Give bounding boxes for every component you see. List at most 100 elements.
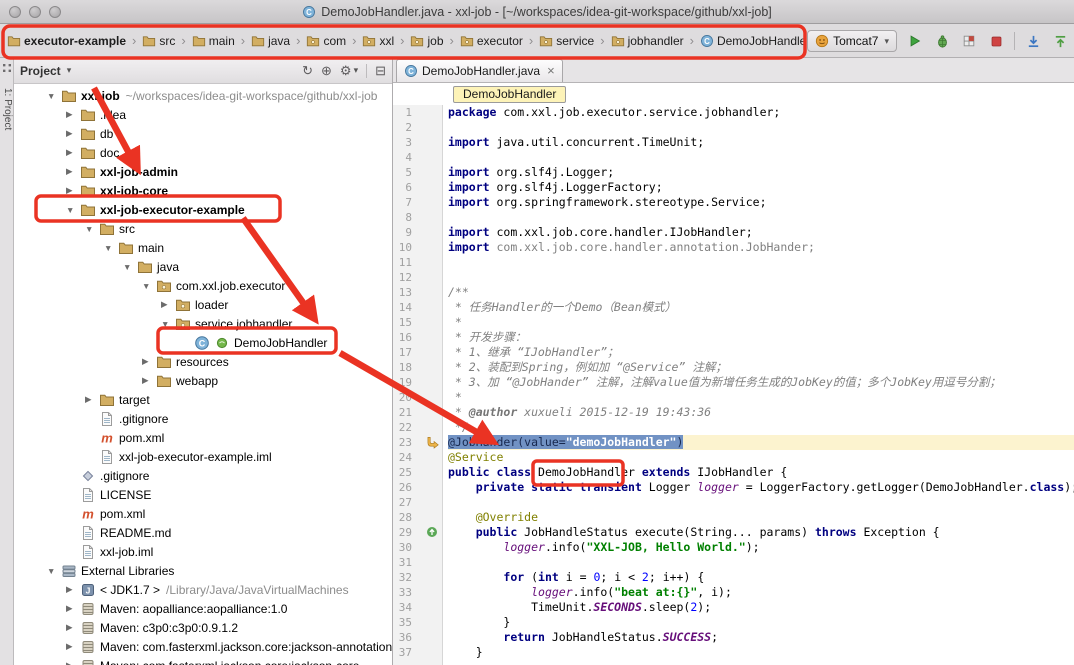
expand-arrow-icon[interactable]: ▶ <box>63 109 80 120</box>
tree-item-maven-com.fasterxml.jackson.core-jackson-annotations[interactable]: ▶Maven: com.fasterxml.jackson.core:jacks… <box>14 637 392 656</box>
close-tab-icon[interactable]: × <box>547 66 555 76</box>
close-window-button[interactable] <box>9 6 21 18</box>
tree-item-target[interactable]: ▶target <box>14 390 392 409</box>
code-line-6[interactable]: import org.slf4j.LoggerFactory; <box>448 180 1074 195</box>
project-tool-window-button[interactable]: 1: Project <box>2 88 13 130</box>
expand-arrow-icon[interactable]: ▶ <box>63 622 80 633</box>
breadcrumb-src[interactable]: src <box>139 32 178 50</box>
expand-arrow-icon[interactable]: ▶ <box>63 166 80 177</box>
tree-item-maven-c3p0-c3p0-0.9.1.2[interactable]: ▶Maven: c3p0:c3p0:0.9.1.2 <box>14 618 392 637</box>
tree-item-xxl-job-executor-example[interactable]: ▼xxl-job-executor-example <box>14 200 392 219</box>
line-number[interactable]: 33 <box>393 585 442 600</box>
tree-item-demojobhandler[interactable]: CDemoJobHandler <box>14 333 392 352</box>
collapse-arrow-icon[interactable]: ▼ <box>120 262 137 272</box>
collapse-arrow-icon[interactable]: ▼ <box>44 91 61 101</box>
line-number[interactable]: 20 <box>393 390 442 405</box>
tree-item-main[interactable]: ▼main <box>14 238 392 257</box>
code-line-35[interactable]: } <box>448 615 1074 630</box>
expand-arrow-icon[interactable]: ▶ <box>63 128 80 139</box>
tree-item-readme.md[interactable]: README.md <box>14 523 392 542</box>
line-number[interactable]: 21 <box>393 405 442 420</box>
code-line-18[interactable]: * 2、装配到Spring，例如加 “@Service” 注解； <box>448 360 1074 375</box>
code-line-8[interactable] <box>448 210 1074 225</box>
line-number[interactable]: 6 <box>393 180 442 195</box>
code-line-37[interactable]: } <box>448 645 1074 660</box>
code-lines[interactable]: package com.xxl.job.executor.service.job… <box>443 105 1074 665</box>
editor-breadcrumb-chip[interactable]: DemoJobHandler <box>453 86 566 103</box>
code-line-12[interactable] <box>448 270 1074 285</box>
expand-arrow-icon[interactable]: ▶ <box>63 641 80 652</box>
code-line-36[interactable]: return JobHandleStatus.SUCCESS; <box>448 630 1074 645</box>
tree-item-maven-aopalliance-aopalliance-1.0[interactable]: ▶Maven: aopalliance:aopalliance:1.0 <box>14 599 392 618</box>
line-number[interactable]: 18 <box>393 360 442 375</box>
code-line-14[interactable]: * 任务Handler的一个Demo（Bean模式） <box>448 300 1074 315</box>
tree-item-jdk1.7[interactable]: ▶J< JDK1.7 >/Library/Java/JavaVirtualMac… <box>14 580 392 599</box>
line-number[interactable]: 9 <box>393 225 442 240</box>
line-number[interactable]: 2 <box>393 120 442 135</box>
expand-arrow-icon[interactable]: ▶ <box>63 660 80 665</box>
code-line-15[interactable]: * <box>448 315 1074 330</box>
tree-item-pom.xml[interactable]: mpom.xml <box>14 504 392 523</box>
run-button[interactable] <box>906 32 924 50</box>
tree-item-.gitignore[interactable]: .gitignore <box>14 466 392 485</box>
line-number[interactable]: 14 <box>393 300 442 315</box>
code-line-23[interactable]: @JobHander(value="demoJobHandler") <box>448 435 1074 450</box>
tree-item-java[interactable]: ▼java <box>14 257 392 276</box>
tree-item-service.jobhandler[interactable]: ▼service.jobhandler <box>14 314 392 333</box>
expand-arrow-icon[interactable]: ▶ <box>63 185 80 196</box>
tree-item-license[interactable]: LICENSE <box>14 485 392 504</box>
tree-item-xxl-job.iml[interactable]: xxl-job.iml <box>14 542 392 561</box>
collapse-arrow-icon[interactable]: ▼ <box>63 205 80 215</box>
code-line-21[interactable]: * @author xuxueli 2015-12-19 19:43:36 <box>448 405 1074 420</box>
code-line-22[interactable]: */ <box>448 420 1074 435</box>
code-line-25[interactable]: public class DemoJobHandler extends IJob… <box>448 465 1074 480</box>
breadcrumb-java[interactable]: java <box>248 32 293 50</box>
code-line-30[interactable]: logger.info("XXL-JOB, Hello World."); <box>448 540 1074 555</box>
line-number[interactable]: 11 <box>393 255 442 270</box>
minimize-window-button[interactable] <box>29 6 41 18</box>
breadcrumb-main[interactable]: main <box>189 32 238 50</box>
project-view-caret-icon[interactable]: ▾ <box>67 65 72 76</box>
tree-item-.idea[interactable]: ▶.idea <box>14 105 392 124</box>
tree-item-com.xxl.job.executor[interactable]: ▼com.xxl.job.executor <box>14 276 392 295</box>
tree-item-maven-com.fasterxml.jackson.core-jackson-core[interactable]: ▶Maven: com.fasterxml.jackson.core:jacks… <box>14 656 392 665</box>
stop-button[interactable] <box>987 32 1005 50</box>
tree-item-db[interactable]: ▶db <box>14 124 392 143</box>
code-line-9[interactable]: import com.xxl.job.core.handler.IJobHand… <box>448 225 1074 240</box>
collapse-arrow-icon[interactable]: ▼ <box>158 319 175 329</box>
line-number[interactable]: 12 <box>393 270 442 285</box>
line-number[interactable]: 7 <box>393 195 442 210</box>
line-number[interactable]: 5 <box>393 165 442 180</box>
tree-item-xxl-job-admin[interactable]: ▶xxl-job-admin <box>14 162 392 181</box>
tree-item-webapp[interactable]: ▶webapp <box>14 371 392 390</box>
zoom-window-button[interactable] <box>49 6 61 18</box>
tree-item-doc[interactable]: ▶doc <box>14 143 392 162</box>
line-number[interactable]: 3 <box>393 135 442 150</box>
code-line-27[interactable] <box>448 495 1074 510</box>
breadcrumb-com[interactable]: com <box>303 32 349 50</box>
tree-item-xxl-job-core[interactable]: ▶xxl-job-core <box>14 181 392 200</box>
line-number[interactable]: 22 <box>393 420 442 435</box>
line-number[interactable]: 28 <box>393 510 442 525</box>
tree-item-xxl-job[interactable]: ▼xxl-job~/workspaces/idea-git-workspace/… <box>14 86 392 105</box>
expand-arrow-icon[interactable]: ▶ <box>82 394 99 405</box>
line-number[interactable]: 35 <box>393 615 442 630</box>
tree-item-pom.xml[interactable]: mpom.xml <box>14 428 392 447</box>
code-line-16[interactable]: * 开发步骤： <box>448 330 1074 345</box>
code-line-33[interactable]: logger.info("beat at:{}", i); <box>448 585 1074 600</box>
sync-icon[interactable]: ↻ <box>302 63 313 79</box>
breadcrumb-jobhandler[interactable]: jobhandler <box>608 32 687 50</box>
line-number[interactable]: 32 <box>393 570 442 585</box>
line-number[interactable]: 31 <box>393 555 442 570</box>
collapse-arrow-icon[interactable]: ▼ <box>82 224 99 234</box>
breadcrumb-demojobhandler[interactable]: CDemoJobHandler <box>697 32 804 50</box>
line-number[interactable]: 25 <box>393 465 442 480</box>
overrides-marker-icon[interactable] <box>426 526 440 540</box>
debug-button[interactable] <box>933 32 951 50</box>
expand-arrow-icon[interactable]: ▶ <box>139 375 156 386</box>
code-line-5[interactable]: import org.slf4j.Logger; <box>448 165 1074 180</box>
code-line-17[interactable]: * 1、继承 “IJobHandler”； <box>448 345 1074 360</box>
collapse-arrow-icon[interactable]: ▼ <box>101 243 118 253</box>
tree-item-resources[interactable]: ▶resources <box>14 352 392 371</box>
tree-item-loader[interactable]: ▶loader <box>14 295 392 314</box>
